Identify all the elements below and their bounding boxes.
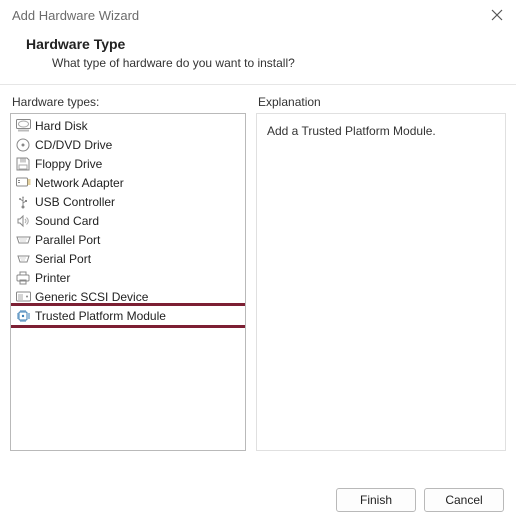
tpm-icon — [15, 308, 31, 324]
cd-dvd-icon — [15, 137, 31, 153]
network-adapter-icon — [15, 175, 31, 191]
page-subtitle: What type of hardware do you want to ins… — [52, 56, 516, 70]
titlebar: Add Hardware Wizard — [0, 0, 516, 30]
window-title: Add Hardware Wizard — [12, 8, 139, 23]
list-item-serial-port[interactable]: Serial Port — [11, 249, 245, 268]
finish-button[interactable]: Finish — [336, 488, 416, 512]
wizard-footer: Finish Cancel — [336, 488, 504, 512]
list-item-parallel-port[interactable]: Parallel Port — [11, 230, 245, 249]
list-item-label: Floppy Drive — [35, 157, 243, 171]
explanation-text: Add a Trusted Platform Module. — [267, 124, 436, 138]
list-item-label: Network Adapter — [35, 176, 243, 190]
hard-disk-icon — [15, 118, 31, 134]
close-icon[interactable] — [488, 6, 506, 24]
serial-port-icon — [15, 251, 31, 267]
list-item-cd-dvd[interactable]: CD/DVD Drive — [11, 135, 245, 154]
list-item-hard-disk[interactable]: Hard Disk — [11, 116, 245, 135]
list-item-label: Printer — [35, 271, 243, 285]
list-item-scsi-device[interactable]: Generic SCSI Device — [11, 287, 245, 306]
cancel-button[interactable]: Cancel — [424, 488, 504, 512]
hardware-types-listbox[interactable]: Hard Disk CD/DVD Drive Floppy Drive Netw… — [10, 113, 246, 451]
list-item-label: Parallel Port — [35, 233, 243, 247]
list-item-floppy[interactable]: Floppy Drive — [11, 154, 245, 173]
list-item-network-adapter[interactable]: Network Adapter — [11, 173, 245, 192]
list-item-sound-card[interactable]: Sound Card — [11, 211, 245, 230]
list-item-label: Sound Card — [35, 214, 243, 228]
selection-highlight: Trusted Platform Module — [10, 303, 246, 328]
list-item-label: Serial Port — [35, 252, 243, 266]
scsi-device-icon — [15, 289, 31, 305]
hardware-types-label: Hardware types: — [12, 95, 246, 109]
list-item-label: Generic SCSI Device — [35, 290, 243, 304]
list-item-tpm[interactable]: Trusted Platform Module — [11, 306, 245, 325]
wizard-header: Hardware Type What type of hardware do y… — [0, 30, 516, 85]
floppy-icon — [15, 156, 31, 172]
sound-card-icon — [15, 213, 31, 229]
page-title: Hardware Type — [26, 36, 516, 52]
explanation-label: Explanation — [258, 95, 506, 109]
usb-controller-icon — [15, 194, 31, 210]
list-item-label: Trusted Platform Module — [35, 309, 243, 323]
explanation-panel: Add a Trusted Platform Module. — [256, 113, 506, 451]
list-item-label: USB Controller — [35, 195, 243, 209]
parallel-port-icon — [15, 232, 31, 248]
list-item-usb-controller[interactable]: USB Controller — [11, 192, 245, 211]
list-item-label: CD/DVD Drive — [35, 138, 243, 152]
printer-icon — [15, 270, 31, 286]
list-item-label: Hard Disk — [35, 119, 243, 133]
list-item-printer[interactable]: Printer — [11, 268, 245, 287]
